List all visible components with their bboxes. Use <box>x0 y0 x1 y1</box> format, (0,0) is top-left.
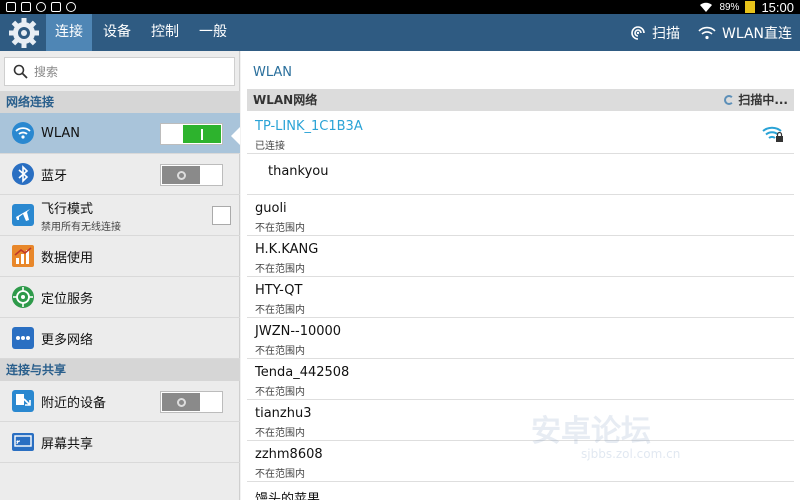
scan-status-label: 扫描中... <box>738 93 788 107</box>
search-placeholder: 搜索 <box>34 65 59 79</box>
network-list-header: WLAN网络 扫描中... <box>247 89 794 111</box>
selection-pointer <box>231 127 240 145</box>
scan-button[interactable]: 扫描 <box>630 23 680 43</box>
network-row[interactable]: H.K.KANG 不在范围内 <box>247 236 794 277</box>
network-status: 已连接 <box>255 141 285 152</box>
wlan-panel: WLAN WLAN网络 扫描中... TP-LINK_1C1B3A 已连接 th… <box>241 51 800 500</box>
tab-connections[interactable]: 连接 <box>46 14 92 51</box>
network-row[interactable]: JWZN--10000 不在范围内 <box>247 318 794 359</box>
network-name: tianzhu3 <box>255 406 312 421</box>
network-name: TP-LINK_1C1B3A <box>255 119 363 134</box>
scan-icon <box>631 25 645 40</box>
sidebar-item-screen-mirroring[interactable]: 屏幕共享 <box>0 422 240 463</box>
network-list-title: WLAN网络 <box>253 93 318 107</box>
search-icon <box>13 64 28 79</box>
network-status: 不在范围内 <box>255 428 305 439</box>
scan-label: 扫描 <box>651 25 680 42</box>
section-header-sharing: 连接与共享 <box>0 359 240 381</box>
tab-device[interactable]: 设备 <box>94 14 140 51</box>
more-networks-icon <box>11 326 35 350</box>
action-bar: 连接 设备 控制 一般 扫描 WLAN直连 <box>0 14 800 51</box>
sidebar-item-label: 蓝牙 <box>41 168 68 184</box>
clock: 15:00 <box>761 0 794 15</box>
network-name: H.K.KANG <box>255 242 319 257</box>
usb-icon <box>6 2 16 12</box>
sidebar-item-airplane-mode[interactable]: 飞行模式 禁用所有无线连接 <box>0 195 240 236</box>
page-title: WLAN <box>253 65 293 80</box>
screen-mirroring-icon <box>11 430 35 454</box>
network-status: 不在范围内 <box>255 305 305 316</box>
sidebar-item-label: 附近的设备 <box>41 395 107 411</box>
battery-percent: 89% <box>719 1 740 13</box>
sidebar-item-label: 飞行模式 <box>41 201 94 217</box>
network-status: 不在范围内 <box>255 346 305 357</box>
sync-icon <box>36 2 46 12</box>
airplane-icon <box>11 203 35 227</box>
location-icon <box>11 285 35 309</box>
settings-gear-icon[interactable] <box>7 16 41 50</box>
scan-status: 扫描中... <box>724 89 788 111</box>
wifi-signal-locked-icon <box>762 126 783 142</box>
wifi-direct-icon <box>698 26 716 39</box>
airplane-mode-checkbox[interactable] <box>212 206 231 225</box>
sidebar-item-more-networks[interactable]: 更多网络 <box>0 318 240 359</box>
network-status: 不在范围内 <box>255 387 305 398</box>
network-row[interactable]: thankyou <box>247 154 794 195</box>
sidebar-item-label: 定位服务 <box>41 291 94 307</box>
bluetooth-icon <box>11 162 35 186</box>
status-bar: 89% 15:00 <box>0 0 800 15</box>
network-row[interactable]: zzhm8608 不在范围内 <box>247 441 794 482</box>
tab-general[interactable]: 一般 <box>190 14 236 51</box>
sidebar-item-bluetooth[interactable]: 蓝牙 <box>0 154 240 195</box>
image-icon <box>21 2 31 12</box>
nearby-devices-icon <box>11 389 35 413</box>
network-name: HTY-QT <box>255 283 303 298</box>
tab-controls[interactable]: 控制 <box>142 14 188 51</box>
wifi-signal-icon <box>700 2 713 12</box>
network-name: thankyou <box>255 164 329 179</box>
network-row[interactable]: 馒头的苹果 <box>247 482 794 500</box>
network-row[interactable]: tianzhu3 不在范围内 <box>247 400 794 441</box>
search-input[interactable]: 搜索 <box>4 57 235 86</box>
sidebar-item-label: 更多网络 <box>41 332 94 348</box>
sidebar-item-data-usage[interactable]: 数据使用 <box>0 236 240 277</box>
sidebar-item-wlan[interactable]: WLAN <box>0 113 240 154</box>
network-name: JWZN--10000 <box>255 324 342 339</box>
network-row[interactable]: HTY-QT 不在范围内 <box>247 277 794 318</box>
section-header-network: 网络连接 <box>0 91 240 113</box>
bluetooth-toggle[interactable] <box>160 164 223 186</box>
watermark: 安卓论坛 <box>531 414 651 449</box>
wifi-direct-button[interactable]: WLAN直连 <box>698 23 792 43</box>
network-name: 馒头的苹果 <box>255 492 321 500</box>
network-status: 不在范围内 <box>255 469 305 480</box>
network-row[interactable]: Tenda_442508 不在范围内 <box>247 359 794 400</box>
network-row[interactable]: guoli 不在范围内 <box>247 195 794 236</box>
network-name: guoli <box>255 201 287 216</box>
network-status: 不在范围内 <box>255 223 305 234</box>
no-sim-icon <box>51 2 61 12</box>
sidebar-item-location[interactable]: 定位服务 <box>0 277 240 318</box>
sidebar-item-label: 数据使用 <box>41 250 94 266</box>
sidebar-item-label: 屏幕共享 <box>41 436 94 452</box>
network-name: zzhm8608 <box>255 447 323 462</box>
network-status: 不在范围内 <box>255 264 305 275</box>
sidebar-item-sublabel: 禁用所有无线连接 <box>41 221 121 233</box>
settings-sidebar: 搜索 网络连接 WLAN 蓝牙 飞行模式 禁用所有无线连接 数据使用 定位服务 … <box>0 51 240 500</box>
wifi-icon <box>11 121 35 145</box>
sidebar-item-nearby-devices[interactable]: 附近的设备 <box>0 381 240 422</box>
battery-icon <box>745 1 756 13</box>
notification-icon <box>66 2 76 12</box>
data-usage-icon <box>11 244 35 268</box>
wifi-direct-label: WLAN直连 <box>721 25 792 42</box>
loading-spinner-icon <box>724 95 735 105</box>
network-name: Tenda_442508 <box>255 365 350 380</box>
watermark-url: sjbbs.zol.com.cn <box>581 447 681 461</box>
network-row[interactable]: TP-LINK_1C1B3A 已连接 <box>247 113 794 154</box>
sidebar-item-label: WLAN <box>41 125 81 141</box>
wlan-toggle[interactable] <box>160 123 223 145</box>
nearby-devices-toggle[interactable] <box>160 391 223 413</box>
